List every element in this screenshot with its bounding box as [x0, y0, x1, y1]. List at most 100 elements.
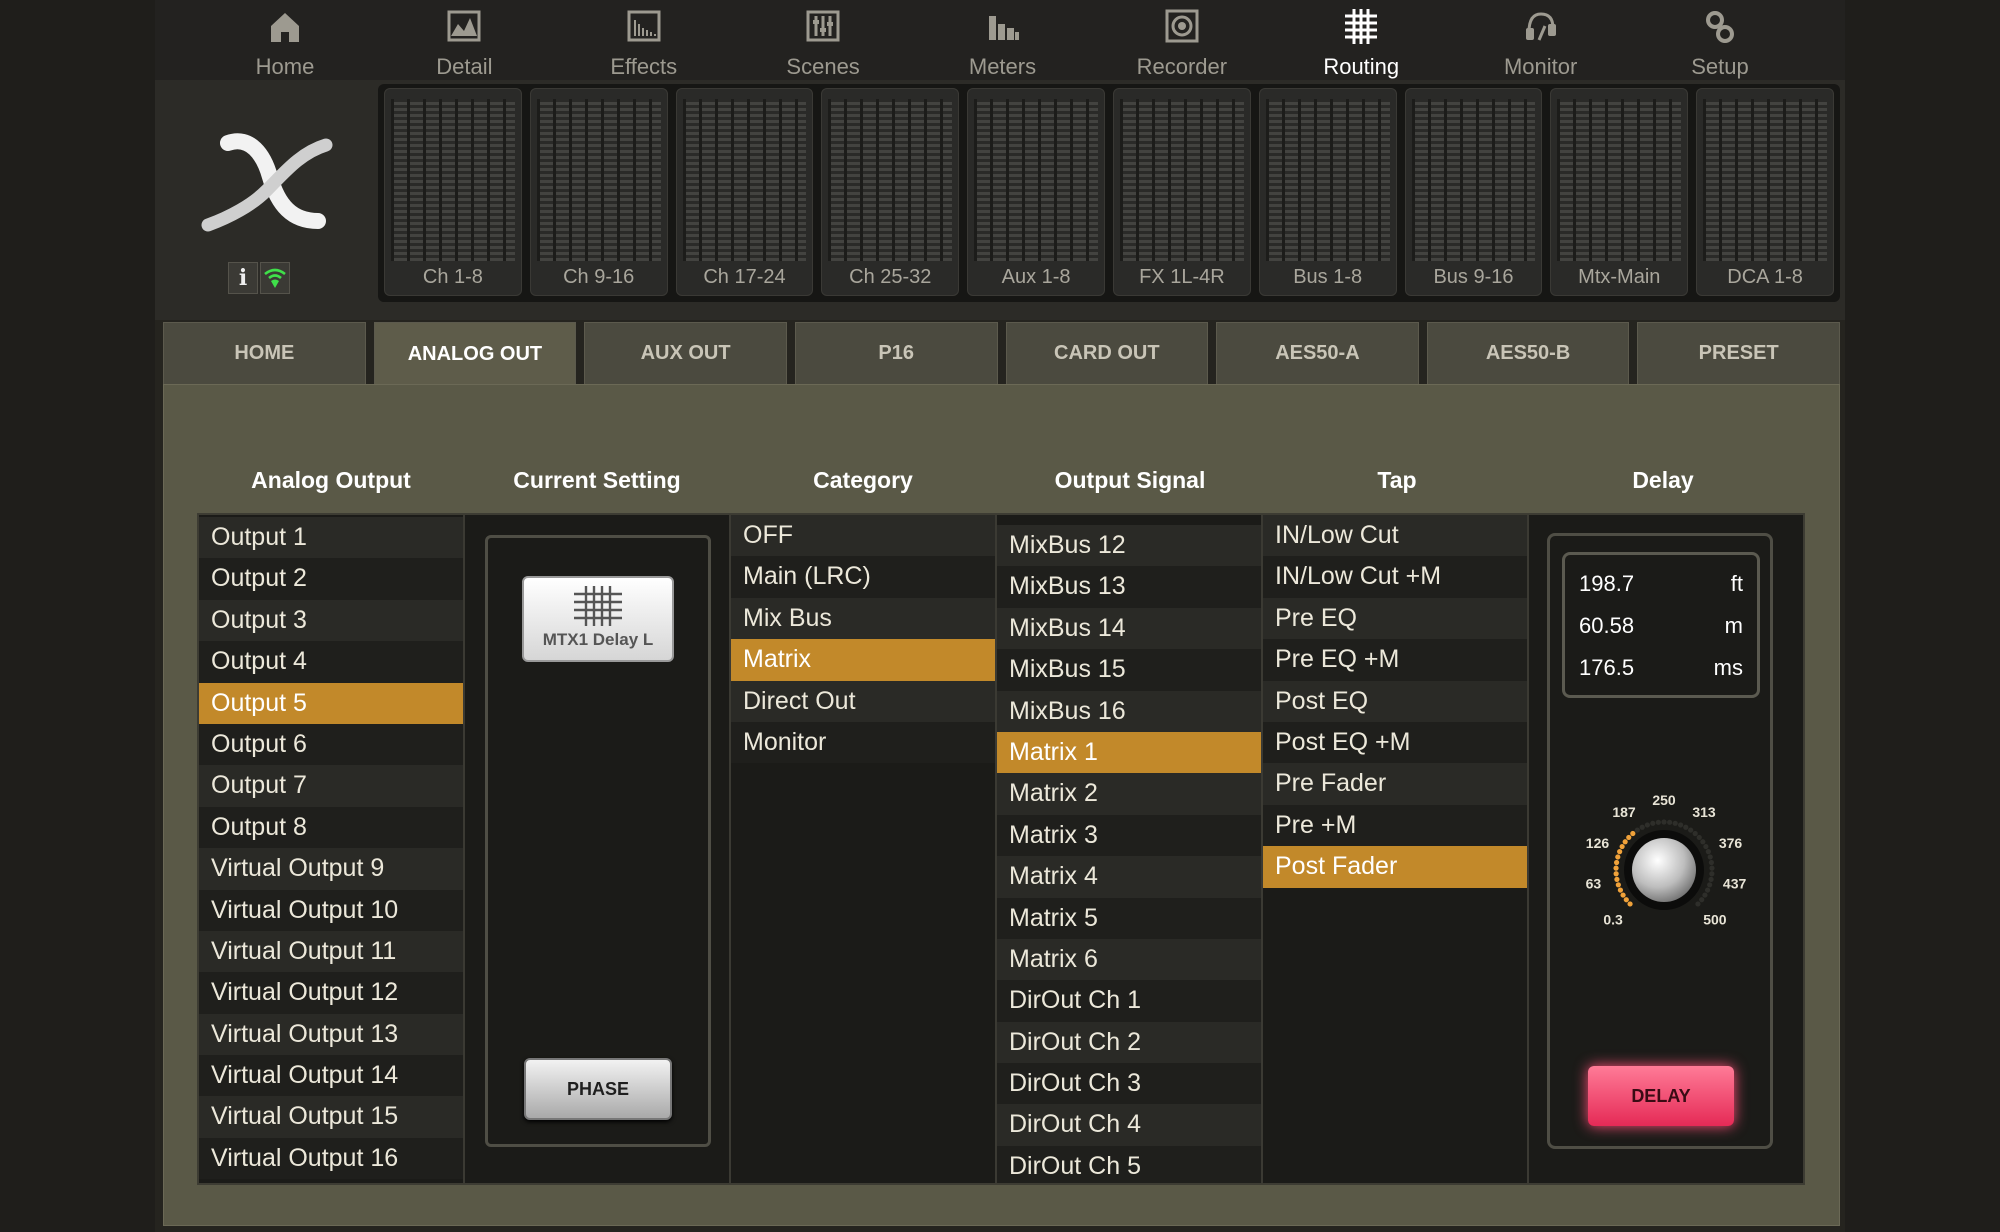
analog-output-list[interactable]: Output 1 Output 2 Output 3 Output 4 Output 5… [199, 515, 465, 1183]
tap-item[interactable]: Pre +M [1263, 804, 1527, 847]
nav-routing[interactable]: Routing [1286, 0, 1436, 80]
tap-item[interactable]: Post Fader [1263, 846, 1527, 888]
analog-output-item[interactable]: Output 6 [199, 723, 463, 766]
tap-item[interactable]: Post EQ +M [1263, 721, 1527, 764]
bank-bus-9-16[interactable]: Bus 9-16 [1404, 88, 1543, 296]
current-setting-button[interactable]: MTX1 Delay L [522, 576, 674, 662]
tab-home[interactable]: HOME [163, 322, 366, 384]
delay-value: 60.58 [1579, 613, 1635, 638]
nav-home[interactable]: Home [210, 0, 360, 80]
tab-aux-out[interactable]: AUX OUT [584, 322, 787, 384]
tap-list[interactable]: IN/Low Cut IN/Low Cut +M Pre EQ Pre EQ +M Po… [1263, 515, 1529, 1183]
nav-recorder[interactable]: Recorder [1107, 0, 1257, 80]
output-signal-list[interactable]: MixBus 12 MixBus 13 MixBus 14 MixBus 15 MixB… [997, 515, 1263, 1183]
bank-dca-1-8[interactable]: DCA 1-8 [1696, 88, 1834, 296]
routing-icon [1339, 4, 1383, 48]
top-navigation: Home Detail Effects Scenes Meters Recorder Rou… [155, 0, 1845, 80]
analog-output-item[interactable]: Output 1 [199, 517, 463, 559]
analog-output-item[interactable]: Virtual Output 12 [199, 972, 463, 1014]
category-item[interactable]: Mix Bus [731, 597, 995, 640]
nav-scenes[interactable]: Scenes [748, 0, 898, 80]
category-item[interactable]: Direct Out [731, 680, 995, 722]
dial-level-dot [1702, 892, 1708, 898]
analog-output-item[interactable]: Output 3 [199, 599, 463, 642]
category-item[interactable]: Matrix [731, 639, 995, 681]
nav-detail[interactable]: Detail [389, 0, 539, 80]
output-signal-item[interactable]: DirOut Ch 5 [997, 1145, 1261, 1183]
output-signal-item[interactable]: MixBus 13 [997, 566, 1261, 608]
analog-output-item[interactable]: Output 4 [199, 641, 463, 683]
category-item[interactable]: OFF [731, 515, 995, 557]
tab-aes50-a[interactable]: AES50-A [1216, 322, 1419, 384]
output-signal-item[interactable]: Matrix 4 [997, 856, 1261, 898]
output-signal-item[interactable]: DirOut Ch 4 [997, 1104, 1261, 1146]
tap-item[interactable]: IN/Low Cut [1263, 515, 1527, 557]
output-signal-item[interactable]: MixBus 14 [997, 607, 1261, 650]
header-category: Category [813, 467, 913, 493]
category-item[interactable]: Monitor [731, 721, 995, 764]
wifi-icon[interactable] [260, 262, 290, 294]
analog-output-item[interactable]: Output 2 [199, 558, 463, 600]
bank-ch-1-8[interactable]: Ch 1-8 [384, 88, 522, 296]
tap-item[interactable]: Pre EQ [1263, 597, 1527, 640]
phase-button[interactable]: PHASE [524, 1058, 672, 1120]
category-item[interactable]: Main (LRC) [731, 556, 995, 598]
delay-knob-icon[interactable]: 0.3 63 126187 250 313376 437 500 [1556, 786, 1770, 966]
dial-level-dot [1622, 839, 1628, 845]
output-signal-item[interactable]: DirOut Ch 1 [997, 980, 1261, 1022]
analog-output-item[interactable]: Virtual Output 15 [199, 1096, 463, 1138]
bank-mtx-main[interactable]: Mtx-Main [1550, 88, 1689, 296]
output-signal-item[interactable]: Matrix 3 [997, 814, 1261, 857]
nav-setup[interactable]: Setup [1645, 0, 1795, 80]
tap-item[interactable]: Pre Fader [1263, 763, 1527, 805]
output-signal-item[interactable]: DirOut Ch 3 [997, 1063, 1261, 1105]
header-tap: Tap [1377, 467, 1417, 493]
dial-knob[interactable] [1632, 838, 1696, 902]
tab-aes50-b[interactable]: AES50-B [1426, 322, 1630, 384]
tab-analog-out[interactable]: ANALOG OUT [373, 322, 577, 386]
tap-item[interactable]: Pre EQ +M [1263, 639, 1527, 681]
bank-bus-1-8[interactable]: Bus 1-8 [1258, 88, 1397, 296]
category-list[interactable]: OFF Main (LRC) Mix Bus Matrix Direct Out Moni… [731, 515, 997, 1183]
analog-output-item[interactable]: Output 5 [199, 682, 463, 724]
output-signal-item[interactable]: Matrix 2 [997, 773, 1261, 815]
output-signal-item[interactable]: Matrix 1 [997, 731, 1261, 774]
output-signal-item[interactable]: Matrix 6 [997, 938, 1261, 981]
analog-output-item[interactable]: Virtual Output 10 [199, 889, 463, 931]
nav-effects[interactable]: Effects [569, 0, 719, 80]
bank-label: DCA 1-8 [1727, 266, 1803, 288]
tap-item[interactable]: IN/Low Cut +M [1263, 556, 1527, 598]
analog-output-item[interactable]: Virtual Output 16 [199, 1137, 463, 1180]
info-icon[interactable]: i [228, 262, 258, 294]
bank-fx-1l-4r[interactable]: FX 1L-4R [1112, 88, 1251, 296]
delay-dial[interactable]: 0.3 63 126 187 250 313 376 437 500 [1556, 786, 1770, 966]
column-headers: Analog Output Current Setting Category O… [164, 467, 1839, 507]
analog-output-item[interactable]: Virtual Output 14 [199, 1055, 463, 1097]
analog-output-item[interactable]: Virtual Output 9 [199, 848, 463, 890]
bank-ch-17-24[interactable]: Ch 17-24 [675, 88, 814, 296]
tab-preset[interactable]: PRESET [1637, 322, 1840, 384]
analog-output-item[interactable]: Virtual Output 11 [199, 930, 463, 973]
delay-readout-row: 60.58 m [1579, 605, 1743, 647]
output-signal-item[interactable]: DirOut Ch 2 [997, 1021, 1261, 1064]
output-signal-item[interactable]: Matrix 5 [997, 897, 1261, 939]
output-signal-item[interactable]: MixBus 16 [997, 690, 1261, 732]
output-signal-item[interactable]: MixBus 12 [997, 525, 1261, 567]
nav-meters[interactable]: Meters [928, 0, 1078, 80]
delay-button[interactable]: DELAY [1588, 1066, 1734, 1126]
analog-output-item[interactable]: Output 7 [199, 765, 463, 807]
tab-card-out[interactable]: CARD OUT [1005, 322, 1209, 384]
bank-fader-grid [1265, 99, 1390, 261]
dial-level-dot [1667, 819, 1673, 825]
analog-output-item[interactable]: Output 8 [199, 806, 463, 849]
bank-fader-grid [828, 99, 953, 261]
output-signal-item[interactable]: MixBus 15 [997, 649, 1261, 691]
tap-item[interactable]: Post EQ [1263, 680, 1527, 722]
bank-aux-1-8[interactable]: Aux 1-8 [967, 88, 1105, 296]
tab-p16[interactable]: P16 [794, 322, 998, 384]
bank-ch-25-32[interactable]: Ch 25-32 [821, 88, 960, 296]
bank-ch-9-16[interactable]: Ch 9-16 [529, 88, 668, 296]
analog-output-item[interactable]: Virtual Output 13 [199, 1013, 463, 1056]
scenes-icon [801, 4, 845, 48]
nav-monitor[interactable]: Monitor [1466, 0, 1616, 80]
